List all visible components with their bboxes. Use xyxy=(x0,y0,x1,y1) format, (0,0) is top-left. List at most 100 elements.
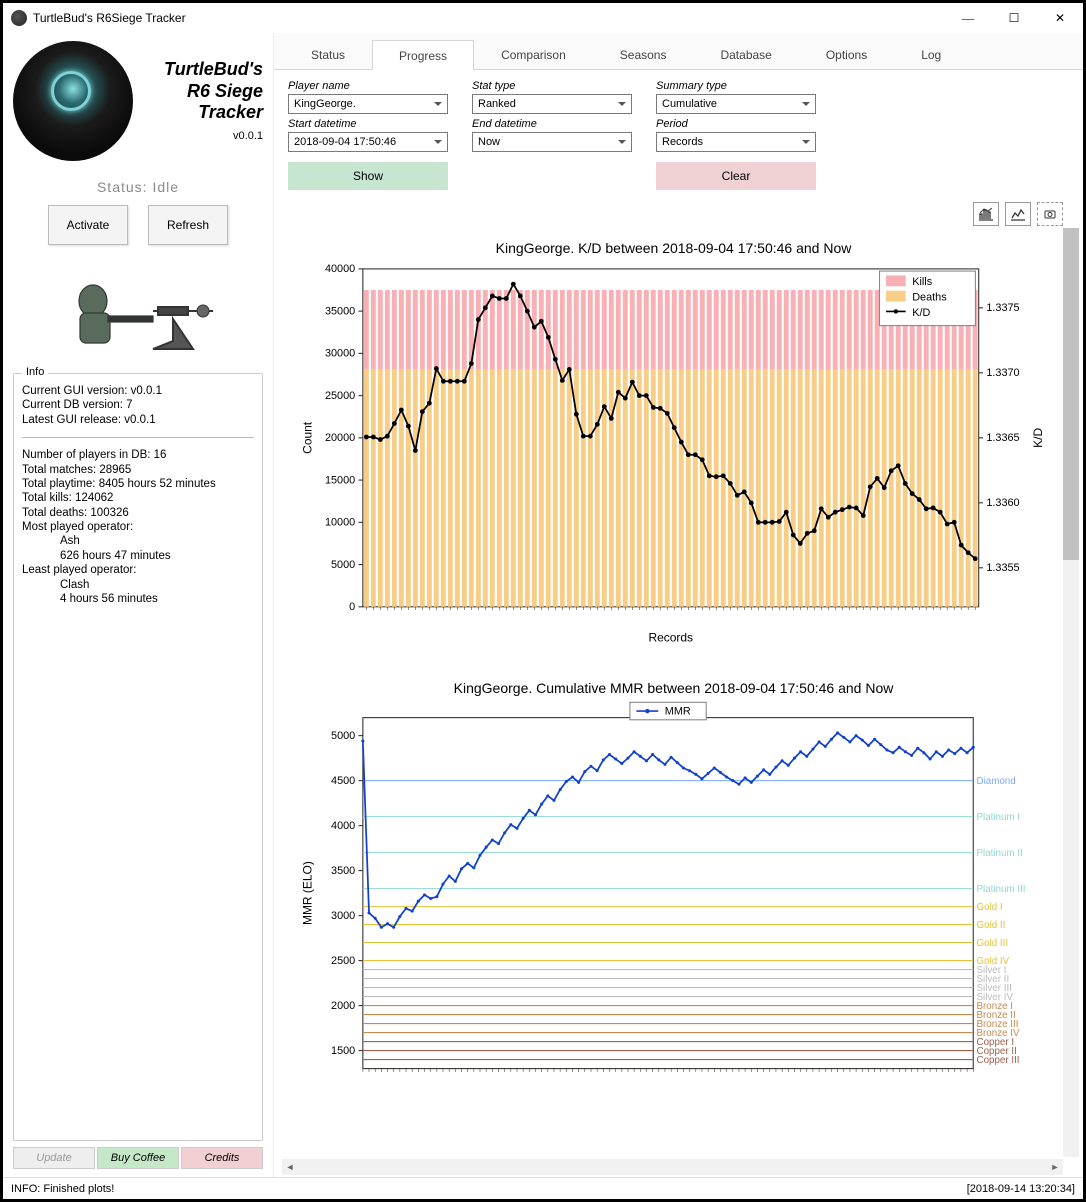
buy-coffee-button[interactable]: Buy Coffee xyxy=(97,1147,179,1169)
info-gui-version: Current GUI version: v0.0.1 xyxy=(22,384,254,398)
svg-text:1.3360: 1.3360 xyxy=(986,497,1019,509)
svg-text:1.3365: 1.3365 xyxy=(986,432,1019,444)
svg-text:1.3355: 1.3355 xyxy=(986,562,1019,574)
info-most-op: Ash xyxy=(60,534,254,548)
info-matches: Total matches: 28965 xyxy=(22,463,254,477)
period-label: Period xyxy=(656,118,816,130)
line-chart-icon[interactable] xyxy=(1005,202,1031,226)
screenshot-icon[interactable] xyxy=(1037,202,1063,226)
controls-grid: Player name KingGeorge. Stat type Ranked… xyxy=(274,70,1083,198)
svg-text:5000: 5000 xyxy=(331,730,355,742)
info-playtime: Total playtime: 8405 hours 52 minutes xyxy=(22,477,254,491)
stat-type-select[interactable]: Ranked xyxy=(472,94,632,114)
window-title: TurtleBud's R6Siege Tracker xyxy=(33,11,945,25)
version-label: v0.0.1 xyxy=(141,130,263,143)
svg-text:5000: 5000 xyxy=(331,559,355,571)
svg-text:1.3375: 1.3375 xyxy=(986,302,1019,314)
svg-text:Diamond: Diamond xyxy=(977,776,1016,787)
svg-text:40000: 40000 xyxy=(325,263,355,275)
update-button[interactable]: Update xyxy=(13,1147,95,1169)
scroll-right-arrow[interactable]: ► xyxy=(1047,1159,1063,1175)
svg-text:35000: 35000 xyxy=(325,305,355,317)
credits-button[interactable]: Credits xyxy=(181,1147,263,1169)
svg-text:15000: 15000 xyxy=(325,474,355,486)
mmr-chart-title: KingGeorge. Cumulative MMR between 2018-… xyxy=(292,680,1055,696)
refresh-button[interactable]: Refresh xyxy=(148,205,228,245)
kd-chart-svg: 0500010000150002000025000300003500040000… xyxy=(292,258,1055,650)
start-datetime-select[interactable]: 2018-09-04 17:50:46 xyxy=(288,132,448,152)
svg-text:1500: 1500 xyxy=(331,1045,355,1057)
svg-text:Count: Count xyxy=(301,421,315,454)
tab-database[interactable]: Database xyxy=(693,39,798,69)
info-panel: Current GUI version: v0.0.1 Current DB v… xyxy=(13,373,263,1141)
sidebar: TurtleBud's R6 Siege Tracker v0.0.1 Stat… xyxy=(3,33,273,1177)
kd-chart-title: KingGeorge. K/D between 2018-09-04 17:50… xyxy=(292,240,1055,256)
svg-text:20000: 20000 xyxy=(325,432,355,444)
kd-chart: KingGeorge. K/D between 2018-09-04 17:50… xyxy=(282,232,1065,656)
info-least-time: 4 hours 56 minutes xyxy=(60,592,254,606)
status-message: INFO: Finished plots! xyxy=(11,1183,114,1195)
bar-chart-icon[interactable] xyxy=(973,202,999,226)
clear-button[interactable]: Clear xyxy=(656,162,816,190)
maximize-button[interactable]: ☐ xyxy=(991,3,1037,33)
tab-log[interactable]: Log xyxy=(894,39,968,69)
svg-text:Gold III: Gold III xyxy=(977,938,1009,949)
player-name-label: Player name xyxy=(288,80,448,92)
period-select[interactable]: Records xyxy=(656,132,816,152)
svg-text:Gold I: Gold I xyxy=(977,902,1003,913)
status-timestamp: [2018-09-14 13:20:34] xyxy=(967,1183,1075,1195)
chart-scroll-area[interactable]: KingGeorge. K/D between 2018-09-04 17:50… xyxy=(274,228,1083,1177)
svg-text:MMR: MMR xyxy=(665,706,691,718)
app-title: TurtleBud's R6 Siege Tracker v0.0.1 xyxy=(141,59,263,143)
svg-text:4500: 4500 xyxy=(331,775,355,787)
activate-button[interactable]: Activate xyxy=(48,205,128,245)
tab-status[interactable]: Status xyxy=(284,39,372,69)
info-db-version: Current DB version: 7 xyxy=(22,398,254,412)
info-kills: Total kills: 124062 xyxy=(22,491,254,505)
minimize-button[interactable]: — xyxy=(945,3,991,33)
summary-type-select[interactable]: Cumulative xyxy=(656,94,816,114)
svg-text:Platinum I: Platinum I xyxy=(977,812,1021,823)
svg-text:10000: 10000 xyxy=(325,517,355,529)
svg-text:Gold II: Gold II xyxy=(977,920,1006,931)
tab-bar: StatusProgressComparisonSeasonsDatabaseO… xyxy=(274,33,1083,70)
info-most-time: 626 hours 47 minutes xyxy=(60,549,254,563)
svg-text:K/D: K/D xyxy=(912,307,930,319)
end-datetime-label: End datetime xyxy=(472,118,632,130)
svg-text:3000: 3000 xyxy=(331,910,355,922)
divider xyxy=(22,437,254,438)
tab-progress[interactable]: Progress xyxy=(372,40,474,70)
info-deaths: Total deaths: 100326 xyxy=(22,506,254,520)
svg-text:Deaths: Deaths xyxy=(912,292,947,304)
end-datetime-select[interactable]: Now xyxy=(472,132,632,152)
scroll-left-arrow[interactable]: ◄ xyxy=(282,1159,298,1175)
tab-comparison[interactable]: Comparison xyxy=(474,39,593,69)
svg-text:Kills: Kills xyxy=(912,276,933,288)
svg-text:3500: 3500 xyxy=(331,865,355,877)
svg-text:MMR (ELO): MMR (ELO) xyxy=(301,862,315,926)
svg-text:Platinum II: Platinum II xyxy=(977,848,1023,859)
svg-text:4000: 4000 xyxy=(331,820,355,832)
svg-text:0: 0 xyxy=(349,601,355,613)
status-label: Status: Idle xyxy=(13,179,263,195)
svg-text:2000: 2000 xyxy=(331,1000,355,1012)
summary-type-label: Summary type xyxy=(656,80,816,92)
player-name-select[interactable]: KingGeorge. xyxy=(288,94,448,114)
tab-options[interactable]: Options xyxy=(799,39,894,69)
svg-text:2500: 2500 xyxy=(331,955,355,967)
logo-image xyxy=(13,41,133,161)
show-button[interactable]: Show xyxy=(288,162,448,190)
svg-text:Records: Records xyxy=(648,631,693,645)
horizontal-scrollbar[interactable] xyxy=(282,1159,1063,1175)
statusbar: INFO: Finished plots! [2018-09-14 13:20:… xyxy=(3,1177,1083,1199)
info-most-label: Most played operator: xyxy=(22,520,254,534)
stat-type-label: Stat type xyxy=(472,80,632,92)
operator-illustration xyxy=(38,261,238,361)
tab-seasons[interactable]: Seasons xyxy=(593,39,694,69)
app-icon xyxy=(11,10,27,26)
close-button[interactable]: ✕ xyxy=(1037,3,1083,33)
mmr-chart-svg: 1500 2000 2500 3000 3500 4000 4500 5000 Diamond P… xyxy=(292,698,1055,1101)
info-least-label: Least played operator: xyxy=(22,563,254,577)
svg-text:25000: 25000 xyxy=(325,390,355,402)
vertical-scrollbar-thumb[interactable] xyxy=(1063,228,1079,560)
